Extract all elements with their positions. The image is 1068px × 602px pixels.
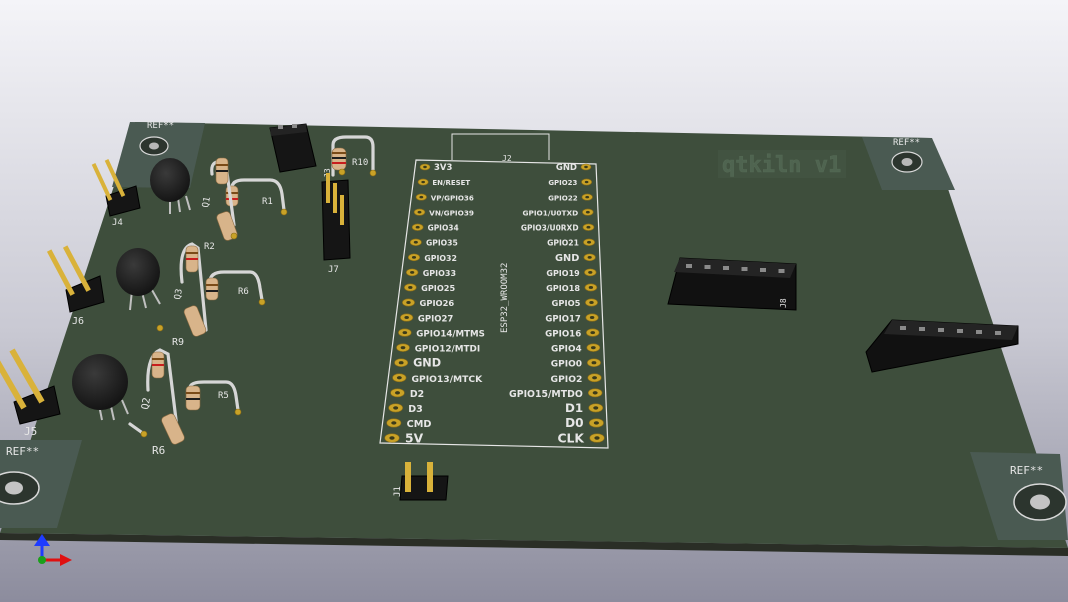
r6-lower-label: R6 bbox=[152, 444, 165, 457]
j8-socket-hole bbox=[686, 264, 692, 268]
svg-text:REF**: REF** bbox=[147, 121, 174, 131]
esp32-right-pin-label: GPIO4 bbox=[551, 345, 582, 355]
j6-label: J6 bbox=[72, 316, 84, 327]
connector-j7-header[interactable] bbox=[321, 173, 351, 261]
esp32-right-pin-label: GPIO17 bbox=[545, 314, 581, 324]
3d-pcb-viewport[interactable]: REF** REF** REF** REF** qtkiln v1 J2 ESP… bbox=[0, 0, 1068, 602]
esp32-left-pin-label: GND bbox=[413, 357, 441, 370]
esp32-left-pin-label: CMD bbox=[407, 419, 432, 430]
esp32-left-pin-label: GPIO35 bbox=[426, 239, 458, 248]
esp32-right-pin-label: CLK bbox=[558, 431, 585, 445]
right-header-socket-hole bbox=[919, 327, 925, 331]
q1-label: Q1 bbox=[201, 196, 213, 208]
esp32-left-pin-label: GPIO26 bbox=[420, 298, 455, 308]
y-axis-dot bbox=[38, 556, 46, 564]
r1-label: R1 bbox=[262, 197, 273, 207]
esp32-right-pin-label: GPIO23 bbox=[548, 179, 577, 187]
r9-label: R9 bbox=[172, 337, 184, 348]
esp32-right-pin-label: GPIO1/U0TXD bbox=[522, 208, 578, 217]
q2-label: Q2 bbox=[140, 397, 153, 411]
j4-label: J4 bbox=[112, 218, 123, 228]
r2-label: R2 bbox=[204, 242, 215, 252]
esp32-right-pin-label: GPIO21 bbox=[547, 239, 579, 248]
j8-socket-hole bbox=[778, 269, 785, 273]
j8-socket-hole bbox=[704, 265, 711, 269]
j5-label: J5 bbox=[24, 425, 37, 438]
esp32-left-pin-label: VP/GPIO36 bbox=[431, 193, 474, 202]
board-title-label: qtkiln v1 bbox=[718, 150, 846, 178]
q3-label: Q3 bbox=[173, 288, 185, 300]
j7-label: J7 bbox=[328, 265, 339, 275]
module-ref-label: J2 bbox=[502, 154, 512, 163]
right-header-socket-hole bbox=[995, 331, 1001, 335]
svg-text:qtkiln v1: qtkiln v1 bbox=[722, 153, 841, 178]
svg-text:REF**: REF** bbox=[1010, 464, 1043, 477]
esp32-right-pin-label: D1 bbox=[565, 401, 583, 415]
esp32-left-pin-label: VN/GPIO39 bbox=[429, 208, 474, 217]
j8-label: J8 bbox=[779, 298, 788, 308]
esp32-left-pin-label: 3V3 bbox=[434, 163, 452, 173]
right-header-socket-hole bbox=[976, 330, 982, 334]
esp32-right-pin-label: GPIO0 bbox=[551, 360, 582, 370]
svg-text:REF**: REF** bbox=[893, 138, 920, 148]
esp32-left-pin-label: GPIO14/MTMS bbox=[416, 329, 485, 339]
esp32-right-pin-label: GPIO15/MTDO bbox=[509, 389, 583, 400]
esp32-right-pin-label: GPIO5 bbox=[552, 298, 581, 308]
esp32-left-pin-label: 5V bbox=[405, 431, 424, 445]
esp32-right-pin-label: GPIO3/U0RXD bbox=[521, 224, 579, 233]
j8-socket-hole bbox=[760, 268, 766, 272]
esp32-right-pin-label: GND bbox=[555, 253, 579, 264]
esp32-left-pin-label: GPIO12/MTDI bbox=[415, 345, 480, 355]
esp32-left-pin-label: EN/RESET bbox=[432, 179, 470, 187]
right-header-socket-hole bbox=[900, 326, 906, 330]
right-header-socket-hole bbox=[938, 328, 944, 332]
esp32-right-pin-label: GPIO16 bbox=[545, 329, 581, 339]
r6-upper-label: R6 bbox=[238, 287, 249, 297]
j1-label: J1 bbox=[393, 486, 403, 497]
esp32-right-pin-label: GPIO22 bbox=[548, 193, 578, 202]
connector-j8-header[interactable] bbox=[667, 257, 797, 311]
esp32-right-pin-label: GPIO19 bbox=[546, 269, 580, 278]
j8-socket-hole bbox=[741, 267, 748, 271]
esp32-right-pin-label: D0 bbox=[565, 416, 583, 430]
esp32-left-pin-label: GPIO27 bbox=[418, 314, 454, 324]
esp32-left-pin-label: GPIO34 bbox=[428, 224, 459, 233]
esp32-right-pin-label: GPIO18 bbox=[546, 283, 580, 293]
esp32-left-pin-label: GPIO33 bbox=[423, 269, 456, 278]
module-name-label: ESP32_WROOM32 bbox=[500, 263, 510, 333]
esp32-left-pin-label: D3 bbox=[408, 404, 423, 415]
pcb-3d-scene[interactable]: REF** REF** REF** REF** qtkiln v1 J2 ESP… bbox=[0, 0, 1068, 602]
r5-label: R5 bbox=[218, 391, 229, 401]
right-header-socket-hole bbox=[957, 329, 963, 333]
r10-label: R10 bbox=[352, 158, 368, 168]
j8-socket-hole bbox=[723, 266, 729, 270]
esp32-right-pin-label: GPIO2 bbox=[551, 374, 583, 385]
esp32-right-pin-label: GND bbox=[556, 163, 577, 173]
esp32-left-pin-label: GPIO32 bbox=[424, 254, 457, 263]
esp32-left-pin-label: GPIO25 bbox=[421, 283, 455, 293]
esp32-left-pin-label: GPIO13/MTCK bbox=[411, 374, 483, 385]
esp32-left-pin-label: D2 bbox=[410, 389, 424, 400]
svg-text:REF**: REF** bbox=[6, 445, 39, 458]
